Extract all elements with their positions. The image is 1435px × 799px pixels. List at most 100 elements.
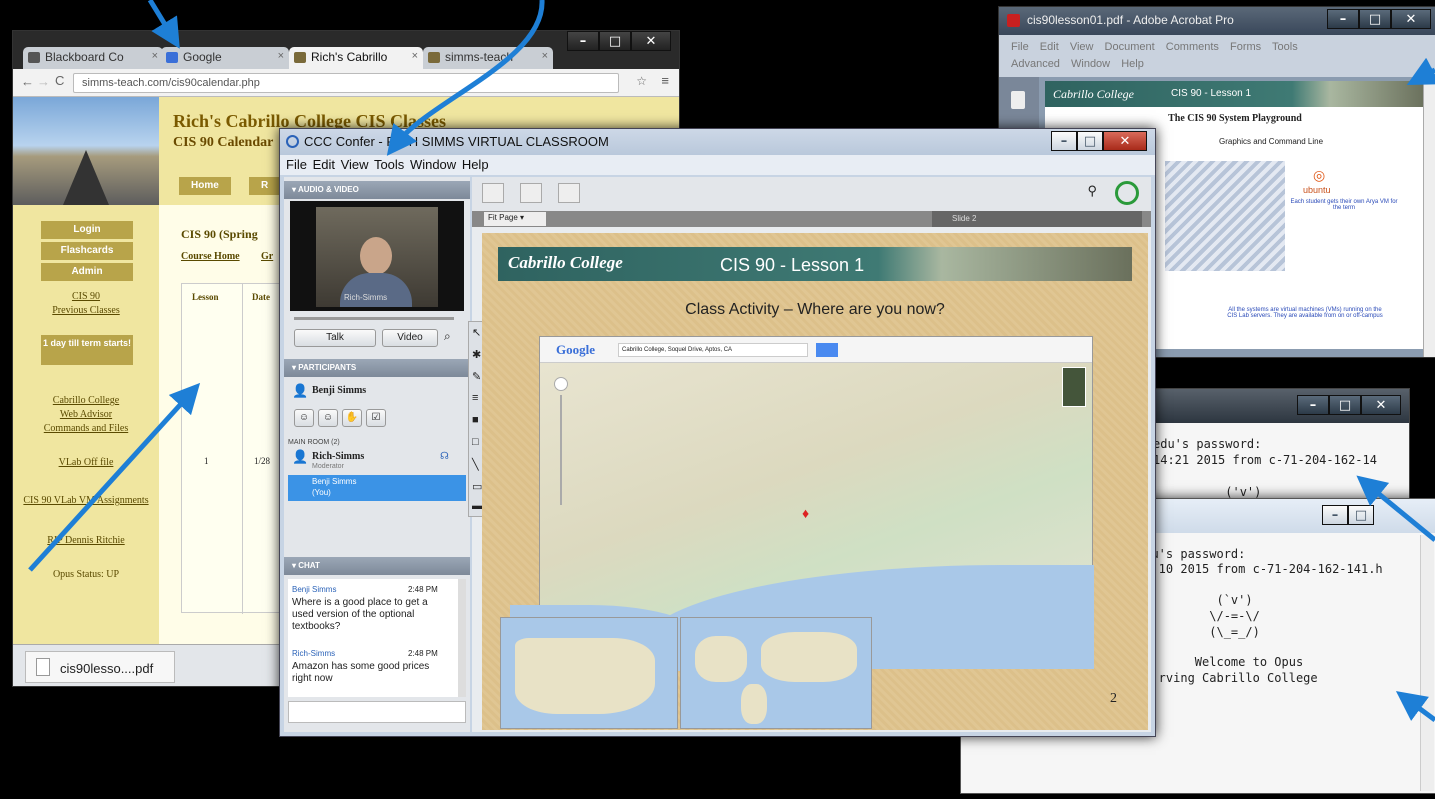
menu-window[interactable]: Window	[410, 157, 456, 172]
menu-view[interactable]: View	[1070, 41, 1094, 53]
close-icon[interactable]: ✕	[1103, 131, 1147, 151]
menu-tools[interactable]: Tools	[374, 157, 404, 172]
maximize-icon[interactable]: □	[599, 31, 631, 51]
minimize-icon[interactable]: –	[1297, 395, 1329, 415]
search-icon[interactable]: ⌕	[444, 329, 451, 344]
text-tool-icon[interactable]: ≡	[472, 392, 478, 404]
map-zoom-slider[interactable]	[560, 395, 562, 505]
url-field[interactable]: simms-teach.com/cis90calendar.php	[73, 73, 619, 93]
pointer-tool-icon[interactable]: ↖	[472, 326, 481, 339]
pdf-scrollbar[interactable]	[1423, 77, 1435, 357]
pen-tool-icon[interactable]: ✎	[472, 370, 481, 383]
menu-window[interactable]: Window	[1071, 58, 1110, 70]
status-button-3[interactable]: ☑	[366, 409, 386, 427]
screen-share-icon[interactable]	[520, 183, 542, 203]
fit-page-select[interactable]: Fit Page ▾	[484, 212, 546, 226]
menu-file[interactable]: File	[1011, 41, 1029, 53]
map-search-input[interactable]: Cabrillo College, Soquel Drive, Aptos, C…	[618, 343, 808, 357]
rect-tool-icon[interactable]: □	[472, 436, 479, 448]
maximize-icon[interactable]: □	[1329, 395, 1361, 415]
highlight-tool-icon[interactable]: ✱	[472, 348, 481, 361]
minimize-icon[interactable]: –	[1051, 131, 1077, 151]
participant-row-self[interactable]: Benji Simms (You)	[288, 475, 466, 501]
chat-scrollbar[interactable]	[458, 579, 466, 697]
sidebar-link-vlab[interactable]: VLab Off file	[21, 457, 151, 468]
menu-view[interactable]: View	[341, 157, 369, 172]
course-home-link[interactable]: Course Home	[181, 251, 240, 262]
tab-simms-teach[interactable]: simms-teach ×	[423, 47, 553, 69]
reload-icon[interactable]: C	[55, 73, 64, 88]
sidebar-link-webadvisor[interactable]: Web Advisor	[21, 409, 151, 420]
grades-link[interactable]: Gr	[261, 251, 273, 262]
terminal-scrollbar[interactable]	[1420, 535, 1434, 791]
menu-icon[interactable]: ≡	[661, 73, 669, 88]
nav-home-button[interactable]: Home	[179, 177, 231, 195]
sidebar-link-rip[interactable]: RIP Dennis Ritchie	[21, 535, 151, 546]
maximize-icon[interactable]: □	[1348, 505, 1374, 525]
close-tab-icon[interactable]: ×	[412, 50, 418, 62]
close-icon[interactable]: ✕	[631, 31, 671, 51]
moderator-name: Rich-Simms	[312, 451, 365, 462]
tab-blackboard[interactable]: Blackboard Co ×	[23, 47, 163, 69]
menu-comments[interactable]: Comments	[1166, 41, 1219, 53]
sidebar-link-previous[interactable]: Previous Classes	[21, 305, 151, 316]
minimize-icon[interactable]: –	[1327, 9, 1359, 29]
chat-time: 2:48 PM	[408, 585, 438, 594]
menu-tools[interactable]: Tools	[1272, 41, 1298, 53]
status-button-2[interactable]: ☺	[318, 409, 338, 427]
chat-input[interactable]	[288, 701, 466, 723]
tab-google[interactable]: Google ×	[161, 47, 289, 69]
close-tab-icon[interactable]: ×	[542, 50, 548, 62]
close-icon[interactable]: ✕	[1361, 395, 1401, 415]
sidebar-link-commands[interactable]: Commands and Files	[21, 423, 151, 434]
admin-button[interactable]: Admin	[41, 263, 133, 281]
video-button[interactable]: Video	[382, 329, 438, 347]
menu-document[interactable]: Document	[1105, 41, 1155, 53]
sidebar-link-cis90[interactable]: CIS 90	[21, 291, 151, 302]
menu-help[interactable]: Help	[462, 157, 489, 172]
status-button-1[interactable]: ☺	[294, 409, 314, 427]
volume-slider[interactable]	[294, 317, 454, 320]
maximize-icon[interactable]: □	[1077, 131, 1103, 151]
menu-forms[interactable]: Forms	[1230, 41, 1261, 53]
upload-icon[interactable]	[558, 183, 580, 203]
panel-title: PARTICIPANTS	[298, 363, 357, 372]
minimize-icon[interactable]: –	[1322, 505, 1348, 525]
forward-icon[interactable]: →	[37, 74, 50, 89]
menu-file[interactable]: File	[286, 157, 307, 172]
tab-richs-cabrillo[interactable]: Rich's Cabrillo ×	[289, 47, 423, 69]
raise-hand-button[interactable]: ✋	[342, 409, 362, 427]
close-icon[interactable]: ✕	[1391, 9, 1431, 29]
line-tool-icon[interactable]: ╲	[472, 458, 479, 471]
login-button[interactable]: Login	[41, 221, 133, 239]
menu-advanced[interactable]: Advanced	[1011, 58, 1060, 70]
talk-button[interactable]: Talk	[294, 329, 376, 347]
sidebar-link-cabrillo[interactable]: Cabrillo College	[21, 395, 151, 406]
close-tab-icon[interactable]: ×	[278, 50, 284, 62]
map-satellite-toggle[interactable]	[1062, 367, 1086, 407]
download-item[interactable]: cis90lesso....pdf	[25, 651, 175, 683]
star-icon[interactable]: ☆	[636, 74, 647, 88]
terminal-line: edu's password:	[1153, 437, 1262, 451]
panel-title: AUDIO & VIDEO	[297, 185, 359, 194]
close-tab-icon[interactable]: ×	[152, 50, 158, 62]
image-tool-icon[interactable]: ▭	[472, 480, 482, 493]
sidebar-link-vm[interactable]: CIS 90 VLab VM Assignments	[21, 495, 151, 506]
menu-edit[interactable]: Edit	[1040, 41, 1059, 53]
menu-edit[interactable]: Edit	[313, 157, 335, 172]
back-icon[interactable]: ←	[21, 74, 34, 89]
pages-icon[interactable]	[1011, 91, 1025, 109]
maximize-icon[interactable]: □	[1359, 9, 1391, 29]
map-search-button[interactable]	[816, 343, 838, 357]
download-filename: cis90lesso....pdf	[60, 661, 154, 676]
fill-tool-icon[interactable]: ■	[472, 414, 479, 426]
map-pan-icon[interactable]	[554, 377, 568, 391]
menu-help[interactable]: Help	[1121, 58, 1144, 70]
nav-button[interactable]: R	[249, 177, 281, 195]
minimize-icon[interactable]: –	[567, 31, 599, 51]
pdf-slide-title: The CIS 90 System Playground	[1168, 113, 1302, 124]
flashcards-button[interactable]: Flashcards	[41, 242, 133, 260]
whiteboard-icon[interactable]	[482, 183, 504, 203]
map-zoom-control[interactable]	[554, 377, 568, 507]
presenter-icon[interactable]: ⚲	[1087, 183, 1097, 199]
